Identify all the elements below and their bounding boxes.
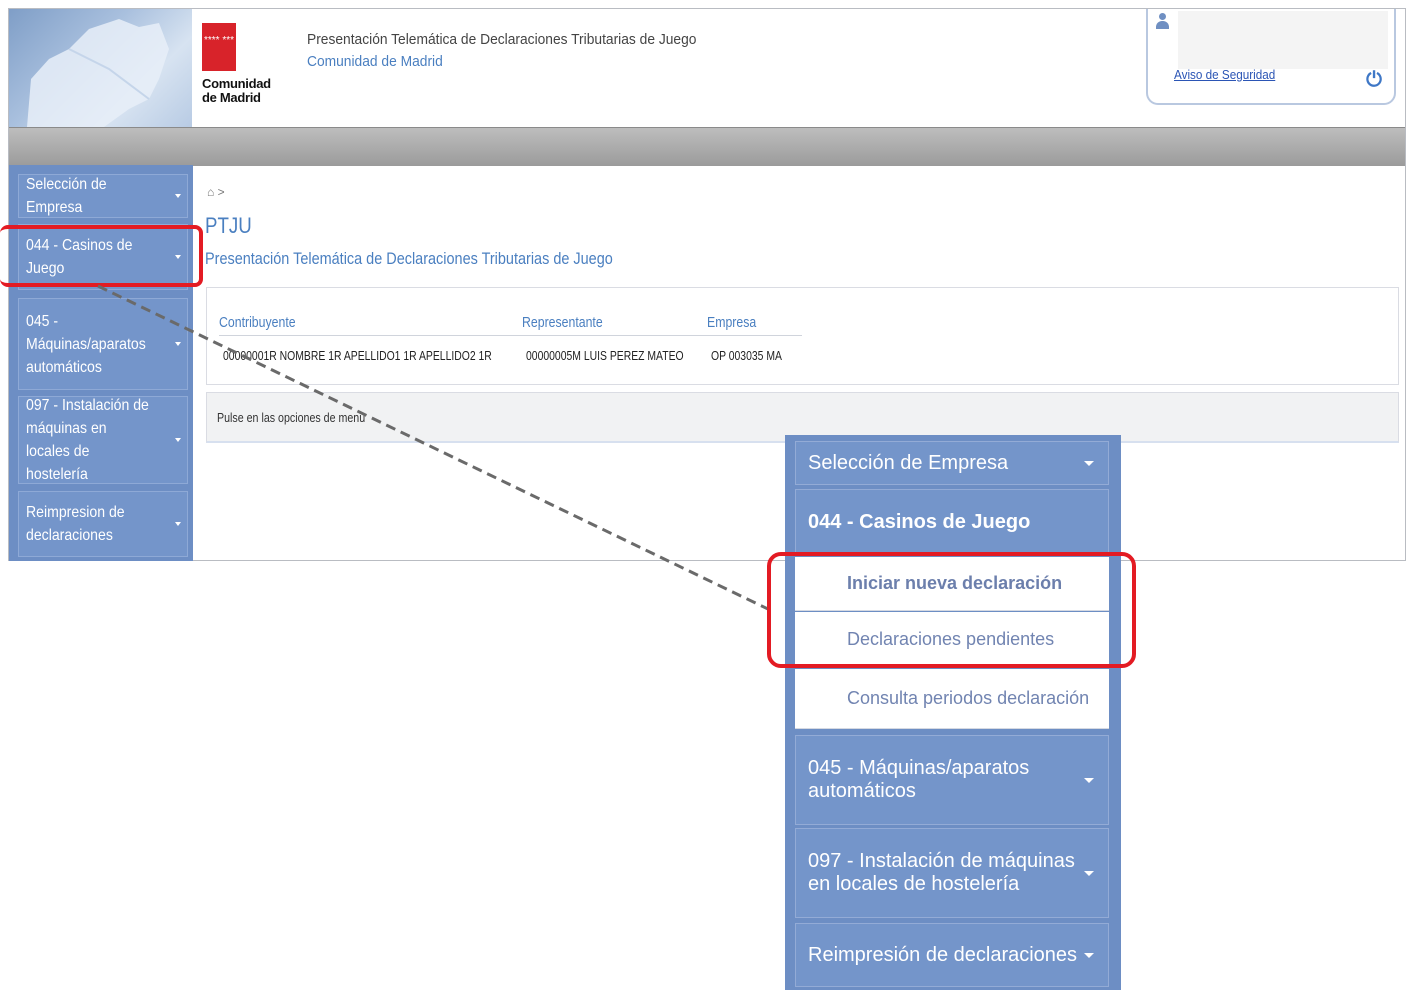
zoom-item-seleccion-empresa[interactable]: Selección de Empresa <box>795 441 1109 485</box>
zoom-item-hosteleria[interactable]: 097 - Instalación de máquinas en locales… <box>795 828 1109 918</box>
zoom-item-label: 097 - Instalación de máquinas en locales… <box>808 850 1075 895</box>
connector-line <box>97 284 771 612</box>
submenu-label: Consulta periodos declaración <box>847 688 1090 708</box>
zoom-item-label: 044 - Casinos de Juego <box>808 510 1031 533</box>
chevron-down-icon <box>1084 871 1094 876</box>
zoom-item-maquinas[interactable]: 045 - Máquinas/aparatos automáticos <box>795 735 1109 825</box>
zoom-item-reimpresion[interactable]: Reimpresión de declaraciones <box>795 923 1109 987</box>
chevron-down-icon <box>1084 461 1094 466</box>
zoom-item-casinos[interactable]: 044 - Casinos de Juego <box>795 489 1109 555</box>
highlight-submenu <box>767 552 1136 668</box>
submenu-consulta-periodos[interactable]: Consulta periodos declaración <box>795 669 1109 729</box>
chevron-down-icon <box>1084 953 1094 958</box>
zoomed-menu: Selección de Empresa 044 - Casinos de Ju… <box>785 435 1121 990</box>
zoom-item-label: Selección de Empresa <box>808 451 1009 474</box>
zoom-item-label: Reimpresión de declaraciones <box>808 943 1078 966</box>
chevron-down-icon <box>1084 778 1094 783</box>
zoom-item-label: 045 - Máquinas/aparatos automáticos <box>808 757 1030 802</box>
